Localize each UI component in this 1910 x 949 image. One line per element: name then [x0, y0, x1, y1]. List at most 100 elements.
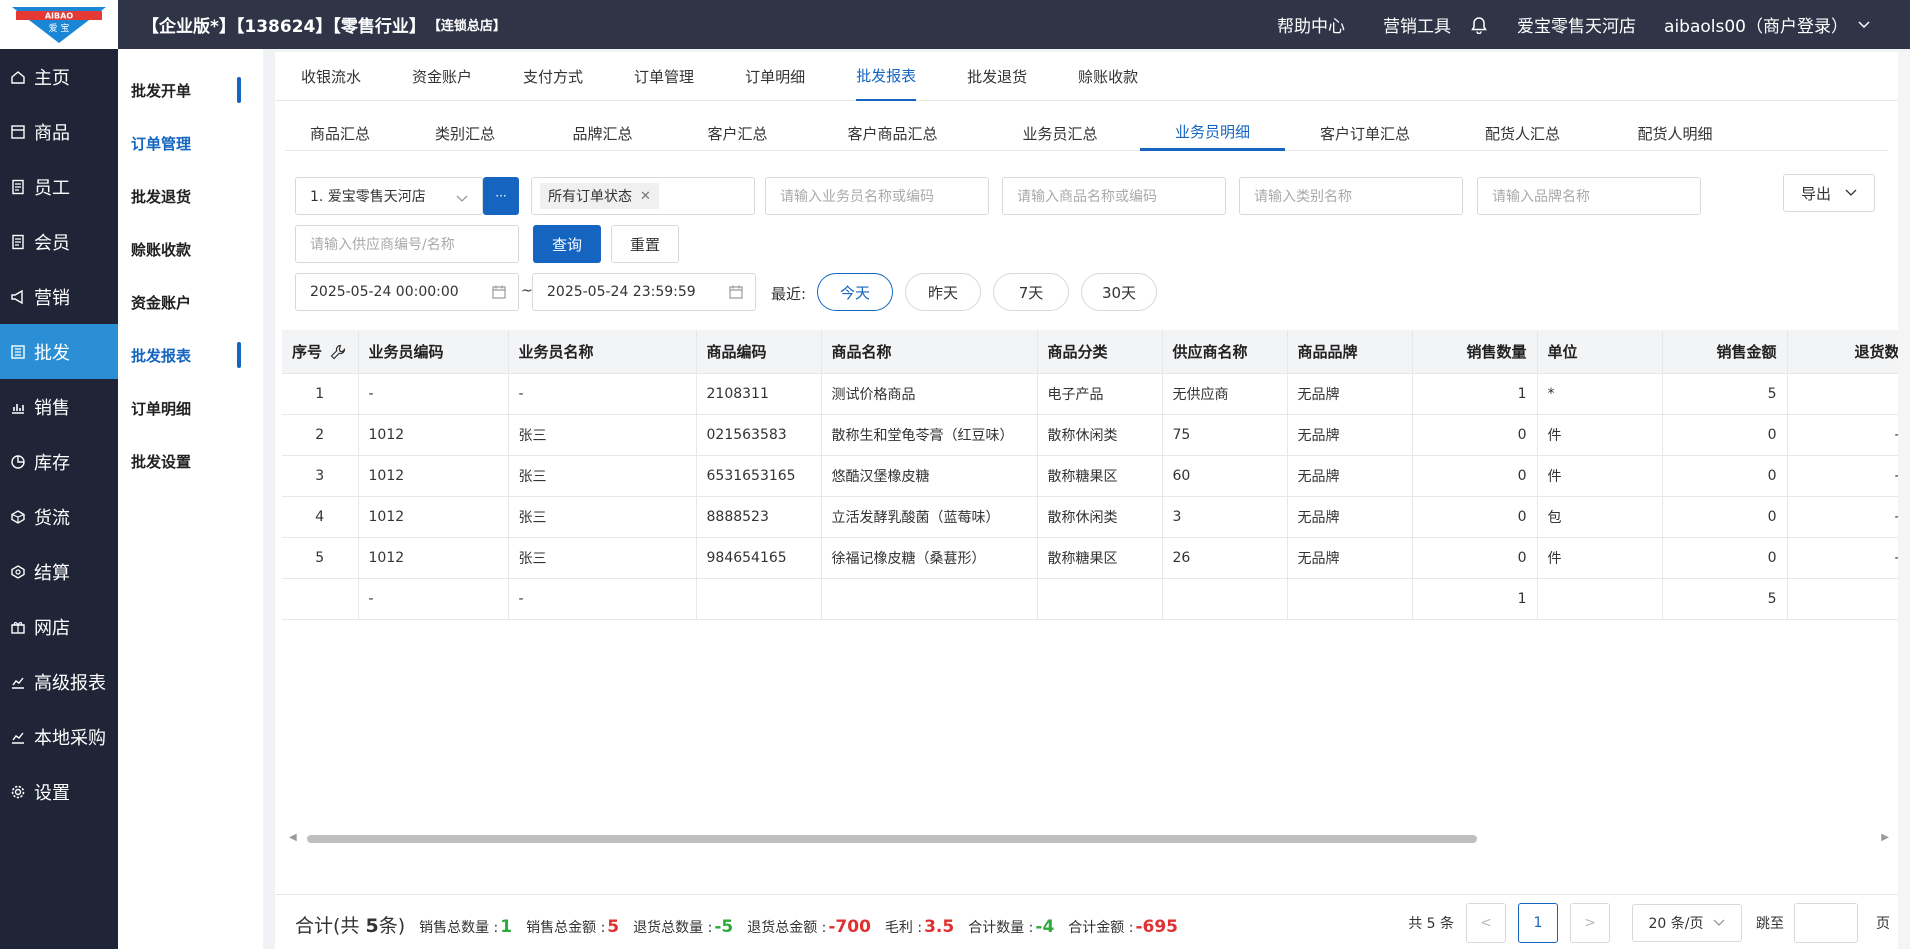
nav-item-label: 网店	[34, 617, 70, 639]
product-input[interactable]: 请输入商品名称或编码	[1002, 177, 1226, 215]
nav-item-10[interactable]: 网店	[0, 599, 118, 654]
tab-3[interactable]: 订单管理	[634, 52, 694, 101]
jump-page-input[interactable]	[1794, 903, 1858, 943]
recent-1-button[interactable]: 昨天	[905, 273, 981, 311]
bell-icon[interactable]	[1471, 16, 1487, 34]
table-row[interactable]: 3 1012 张三 6531653165 悠酷汉堡橡皮糖 散称糖果区 60 无品牌 0 件 0-	[282, 455, 1910, 497]
close-icon[interactable]: ✕	[640, 189, 651, 204]
subnav-item-6[interactable]: 订单明细	[118, 382, 263, 435]
column-header[interactable]: 供应商名称	[1162, 330, 1288, 374]
subtab-1[interactable]: 类别汇总	[395, 115, 535, 151]
column-header[interactable]: 单位	[1537, 330, 1663, 374]
title-small: 【连锁总店】	[427, 19, 506, 34]
table-row[interactable]: 1- -2108311 测试价格商品 电子产品 无供应商 无品牌 1 * 5	[282, 373, 1910, 415]
tab-0[interactable]: 收银流水	[301, 52, 361, 101]
column-header[interactable]: 商品名称	[821, 330, 1038, 374]
subtab-6[interactable]: 业务员明细	[1140, 115, 1285, 151]
vertical-scrollbar[interactable]	[1898, 52, 1910, 949]
nav-item-13[interactable]: 设置	[0, 764, 118, 819]
recent-0-button[interactable]: 今天	[817, 273, 893, 311]
next-page-button[interactable]: >	[1570, 903, 1610, 943]
recent-2-button[interactable]: 7天	[993, 273, 1069, 311]
tab-4[interactable]: 订单明细	[745, 52, 805, 101]
logo[interactable]: AIBAO 爱 宝	[0, 0, 118, 49]
column-header[interactable]: 商品分类	[1037, 330, 1163, 374]
nav-item-5[interactable]: 批发	[0, 324, 118, 379]
subnav-item-0[interactable]: 批发开单	[118, 64, 263, 117]
column-header[interactable]: 销售金额	[1662, 330, 1788, 374]
order-status-select[interactable]: 所有订单状态 ✕	[531, 177, 755, 215]
start-date-value: 2025-05-24 00:00:00	[310, 284, 459, 300]
store-name[interactable]: 爱宝零售天河店	[1517, 12, 1636, 37]
page-size-select[interactable]: 20 条/页	[1632, 904, 1742, 942]
nav-item-2[interactable]: 员工	[0, 159, 118, 214]
tab-1[interactable]: 资金账户	[412, 52, 472, 101]
marketing-tools-link[interactable]: 营销工具	[1383, 12, 1451, 37]
nav-item-12[interactable]: 本地采购	[0, 709, 118, 764]
subnav-item-3[interactable]: 赊账收款	[118, 223, 263, 276]
prev-page-button[interactable]: <	[1466, 903, 1506, 943]
subtab-0[interactable]: 商品汇总	[285, 115, 395, 151]
nav-item-7[interactable]: 库存	[0, 434, 118, 489]
nav-item-6[interactable]: 销售	[0, 379, 118, 434]
brand-input[interactable]: 请输入品牌名称	[1477, 177, 1701, 215]
column-header[interactable]: 业务员名称	[508, 330, 697, 374]
query-button[interactable]: 查询	[533, 225, 601, 263]
subnav-item-5[interactable]: 批发报表	[118, 329, 263, 382]
subtab-4[interactable]: 客户商品汇总	[805, 115, 980, 151]
category-input[interactable]: 请输入类别名称	[1239, 177, 1463, 215]
supplier-input[interactable]: 请输入供应商编号/名称	[295, 225, 519, 263]
help-center-link[interactable]: 帮助中心	[1277, 12, 1345, 37]
nav-item-1[interactable]: 商品	[0, 104, 118, 159]
table-row[interactable]: -- 1 5	[282, 578, 1910, 620]
subtab-7[interactable]: 客户订单汇总	[1285, 115, 1445, 151]
tab-5[interactable]: 批发报表	[856, 52, 917, 101]
subnav-item-7[interactable]: 批发设置	[118, 435, 263, 488]
store-more-button[interactable]: ···	[483, 177, 519, 215]
nav-item-4[interactable]: 营销	[0, 269, 118, 324]
tab-7[interactable]: 赊账收款	[1078, 52, 1138, 101]
recent-3-button[interactable]: 30天	[1081, 273, 1157, 311]
tab-6[interactable]: 批发退货	[967, 52, 1027, 101]
start-date-input[interactable]: 2025-05-24 00:00:00	[295, 273, 519, 311]
table-row[interactable]: 5 1012 张三 984654165 徐福记橡皮糖（桑葚形） 散称糖果区 26 无品牌 0 件 0…	[282, 537, 1910, 579]
subtab-5[interactable]: 业务员汇总	[980, 115, 1140, 151]
scroll-left-icon[interactable]: ◀	[289, 832, 297, 843]
column-header[interactable]: 序号	[282, 330, 359, 374]
subnav-item-4[interactable]: 资金账户	[118, 276, 263, 329]
nav-item-0[interactable]: 主页	[0, 49, 118, 104]
column-header[interactable]: 商品品牌	[1287, 330, 1413, 374]
horizontal-scrollbar[interactable]: ◀ ▶	[289, 832, 1889, 846]
subtab-3[interactable]: 客户汇总	[670, 115, 805, 151]
active-indicator	[237, 342, 241, 368]
scrollbar-thumb[interactable]	[307, 835, 1477, 843]
column-header[interactable]: 业务员编码	[358, 330, 509, 374]
subnav-item-2[interactable]: 批发退货	[118, 170, 263, 223]
subnav-item-1[interactable]: 订单管理	[118, 117, 263, 170]
scroll-right-icon[interactable]: ▶	[1881, 832, 1889, 843]
reset-button[interactable]: 重置	[611, 225, 679, 263]
column-header[interactable]: 退货数	[1787, 330, 1910, 374]
nav-item-label: 销售	[34, 397, 70, 419]
subtab-8[interactable]: 配货人汇总	[1445, 115, 1600, 151]
table-row[interactable]: 4 1012 张三 8888523 立活发酵乳酸菌（蓝莓味） 散称休闲类 3 无品牌 0 包 0-	[282, 496, 1910, 538]
subtab-9[interactable]: 配货人明细	[1600, 115, 1750, 151]
tab-2[interactable]: 支付方式	[523, 52, 583, 101]
user-menu[interactable]: aibaols00（商户登录）	[1664, 12, 1870, 37]
nav-item-label: 设置	[34, 782, 70, 804]
salesperson-input[interactable]: 请输入业务员名称或编码	[765, 177, 989, 215]
wrench-icon[interactable]	[330, 344, 346, 360]
page-1-button[interactable]: 1	[1518, 903, 1558, 943]
subtab-2[interactable]: 品牌汇总	[535, 115, 670, 151]
column-header[interactable]: 商品编码	[696, 330, 822, 374]
export-button[interactable]: 导出	[1783, 174, 1875, 212]
report-tabs: 收银流水 资金账户 支付方式 订单管理 订单明细 批发报表 批发退货 赊账收款	[275, 52, 1910, 101]
end-date-input[interactable]: 2025-05-24 23:59:59	[532, 273, 756, 311]
store-select[interactable]: 1. 爱宝零售天河店	[295, 177, 483, 215]
table-row[interactable]: 2 1012 张三 021563583 散称生和堂龟苓膏（红豆味） 散称休闲类 75 无品牌 0…	[282, 414, 1910, 456]
column-header[interactable]: 销售数量	[1412, 330, 1538, 374]
nav-item-9[interactable]: 结算	[0, 544, 118, 599]
nav-item-3[interactable]: 会员	[0, 214, 118, 269]
nav-item-11[interactable]: 高级报表	[0, 654, 118, 709]
nav-item-8[interactable]: 货流	[0, 489, 118, 544]
